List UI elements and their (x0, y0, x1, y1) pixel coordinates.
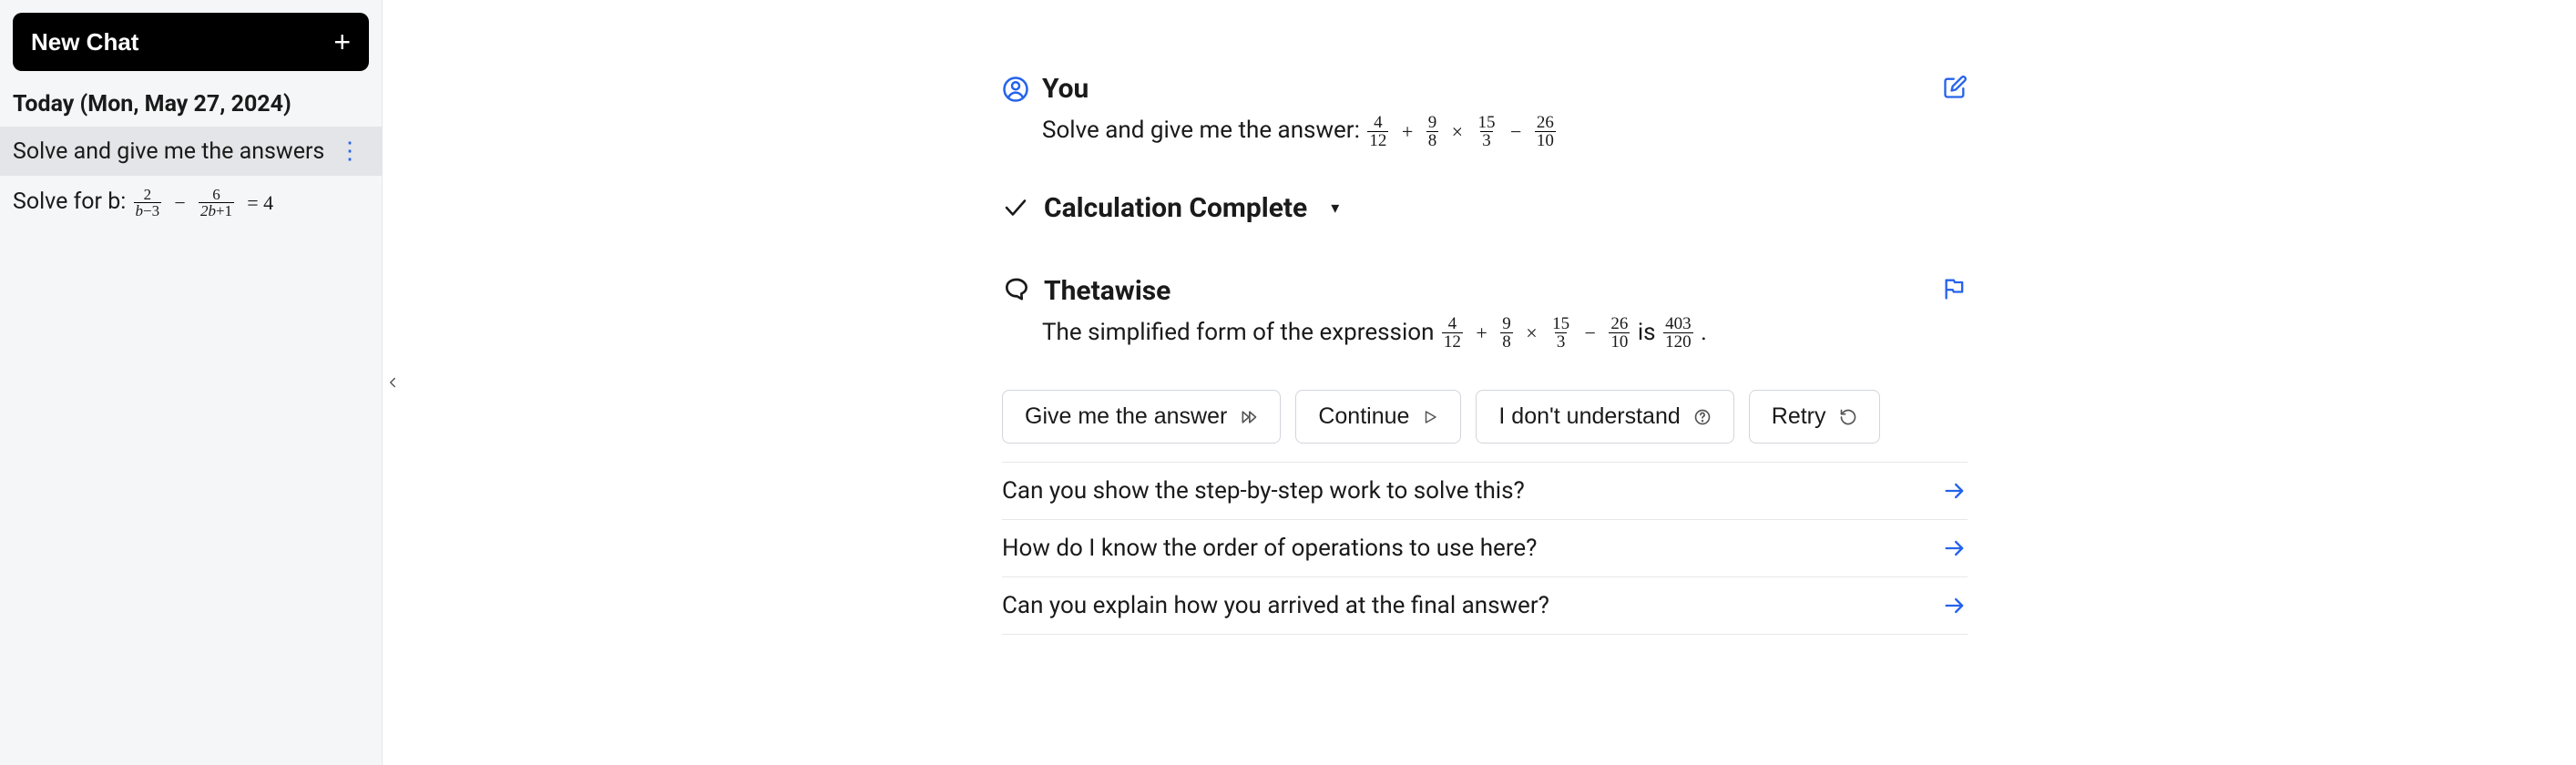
chat-item-0[interactable]: Solve and give me the answers ⋮ (0, 127, 382, 176)
retry-button[interactable]: Retry (1749, 390, 1880, 444)
suggestion-text: Can you show the step-by-step work to so… (1002, 477, 1525, 505)
fast-forward-icon (1240, 408, 1258, 426)
check-icon (1002, 194, 1029, 221)
assistant-message: Thetawise The simplified form of the exp… (1002, 275, 1968, 352)
user-icon (1002, 76, 1029, 103)
flag-icon[interactable] (1942, 276, 1968, 301)
suggestion-text: How do I know the order of operations to… (1002, 535, 1537, 562)
suggestion-text: Can you explain how you arrived at the f… (1002, 592, 1549, 619)
new-chat-label: New Chat (31, 28, 138, 56)
arrow-right-icon (1942, 536, 1968, 561)
chat-item-label: Solve and give me the answers (13, 138, 331, 165)
help-icon (1693, 408, 1712, 426)
plus-icon: + (333, 27, 351, 56)
arrow-right-icon (1942, 478, 1968, 504)
thetawise-icon (1002, 276, 1031, 305)
give-answer-button[interactable]: Give me the answer (1002, 390, 1281, 444)
suggestion-item[interactable]: Can you show the step-by-step work to so… (1002, 462, 1968, 519)
dont-understand-button[interactable]: I don't understand (1476, 390, 1733, 444)
conversation: You Solve and give me the answer: 412 + … (1002, 73, 1968, 635)
user-message: You Solve and give me the answer: 412 + … (1002, 73, 1968, 150)
chat-item-label: Solve for b: 2 b−3 − 6 2b+1 = 4 (13, 187, 369, 219)
play-icon (1422, 409, 1438, 425)
new-chat-button[interactable]: New Chat + (13, 13, 369, 71)
sidebar: New Chat + Today (Mon, May 27, 2024) Sol… (0, 0, 383, 765)
assistant-title: Thetawise (1044, 275, 1170, 307)
date-header: Today (Mon, May 27, 2024) (0, 84, 382, 127)
user-message-body: Solve and give me the answer: 412 + 98 ×… (1002, 112, 1968, 150)
chat-item-menu-icon[interactable]: ⋮ (331, 138, 369, 165)
calculation-status-label: Calculation Complete (1044, 192, 1307, 224)
main-panel: You Solve and give me the answer: 412 + … (383, 0, 2576, 765)
continue-button[interactable]: Continue (1295, 390, 1461, 444)
edit-icon[interactable] (1942, 75, 1968, 100)
assistant-message-body: The simplified form of the expression 41… (1002, 314, 1968, 352)
retry-icon (1839, 408, 1857, 426)
user-title: You (1042, 73, 1089, 105)
calculation-status-row[interactable]: Calculation Complete ▾ (1002, 192, 1968, 224)
suggestion-list: Can you show the step-by-step work to so… (1002, 462, 1968, 635)
caret-down-icon: ▾ (1331, 199, 1339, 218)
suggestion-item[interactable]: Can you explain how you arrived at the f… (1002, 576, 1968, 635)
action-button-row: Give me the answer Continue I don't unde… (1002, 390, 1968, 444)
suggestion-item[interactable]: How do I know the order of operations to… (1002, 519, 1968, 576)
arrow-right-icon (1942, 593, 1968, 618)
chat-item-1[interactable]: Solve for b: 2 b−3 − 6 2b+1 = 4 (0, 176, 382, 230)
